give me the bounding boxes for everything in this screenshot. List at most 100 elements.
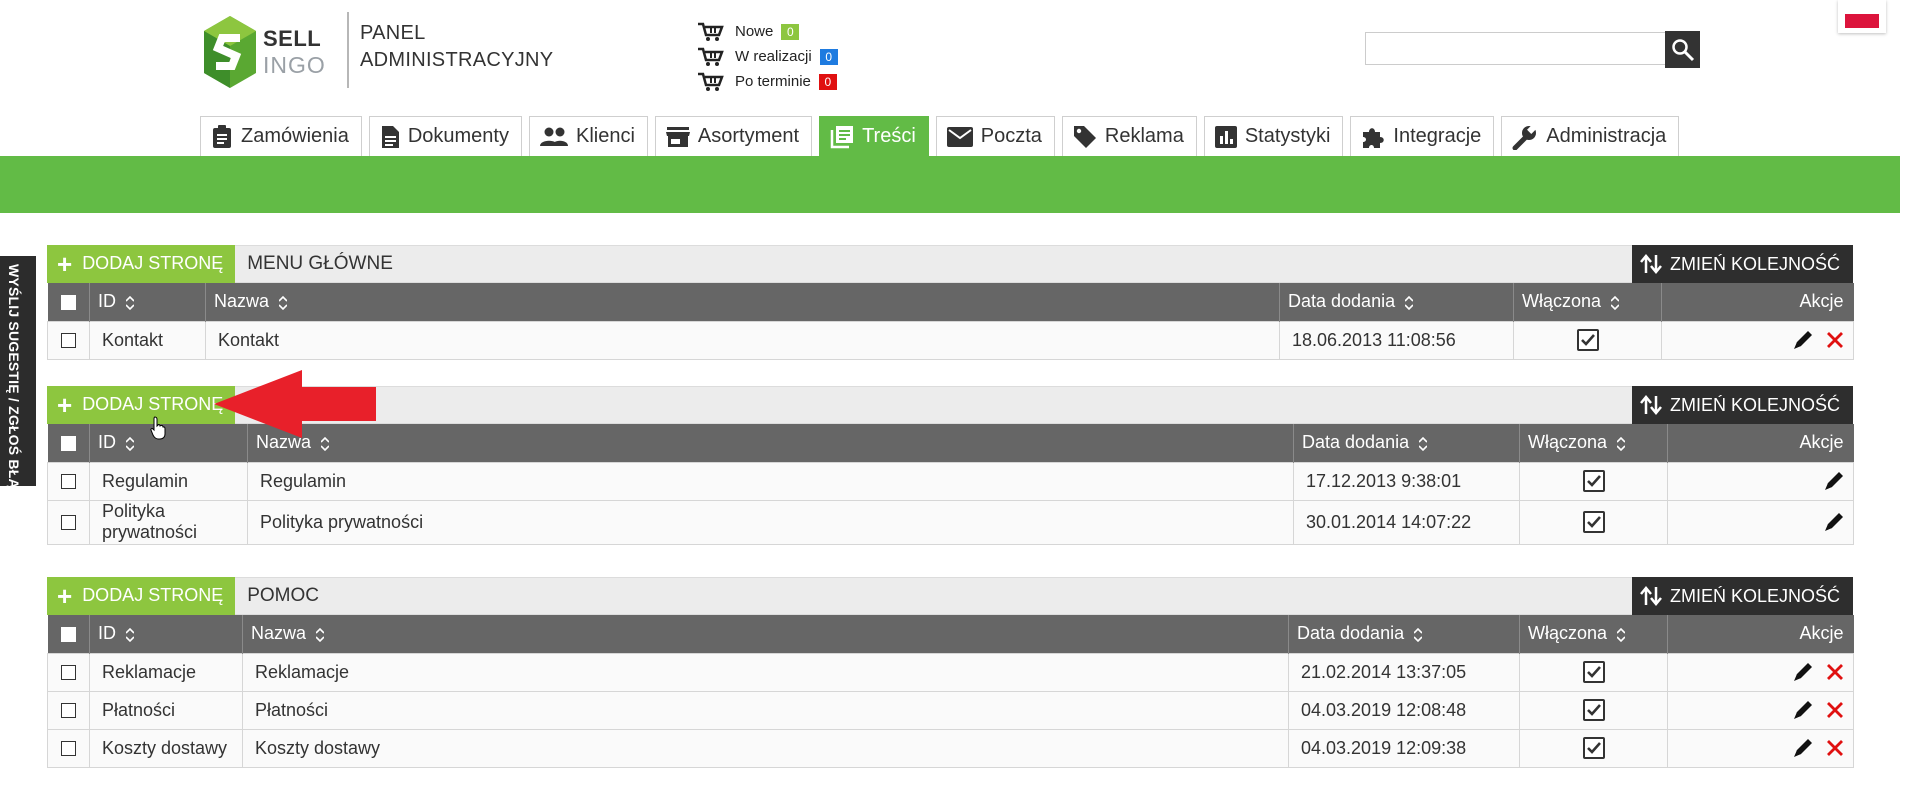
language-flag-pl[interactable] [1838, 0, 1886, 33]
select-all-checkbox[interactable] [60, 436, 76, 451]
checkmark-icon [1586, 516, 1601, 529]
panel-title: PANEL ADMINISTRACYJNY [360, 20, 553, 74]
row-name: Koszty dostawy [242, 728, 1289, 768]
col-id[interactable]: ID [89, 615, 243, 653]
status-overdue[interactable]: Po terminie 0 [697, 69, 838, 94]
change-order-button[interactable]: ZMIEŃ KOLEJNOŚĆ [1631, 386, 1853, 424]
row-enabled[interactable] [1519, 461, 1668, 501]
row-checkbox[interactable] [61, 474, 76, 490]
table-row: Polityka prywatności Polityka prywatnośc… [47, 499, 1854, 545]
tab-tresci[interactable]: Treści [819, 116, 929, 156]
row-select-cell[interactable] [47, 652, 90, 692]
tab-dokumenty[interactable]: Dokumenty [368, 116, 522, 156]
edit-pencil-icon[interactable] [1823, 511, 1845, 533]
select-all-cell[interactable] [47, 615, 90, 653]
tab-integracje[interactable]: Integracje [1350, 116, 1495, 156]
row-checkbox[interactable] [61, 703, 76, 719]
delete-x-icon[interactable] [1825, 662, 1845, 682]
tab-administracja[interactable]: Administracja [1501, 116, 1680, 156]
row-checkbox[interactable] [61, 665, 76, 681]
tab-poczta[interactable]: Poczta [935, 116, 1055, 156]
col-name[interactable]: Nazwa [205, 283, 1280, 321]
enabled-checkbox[interactable] [1582, 737, 1605, 760]
status-label: W realizacji [735, 48, 812, 65]
enabled-checkbox[interactable] [1582, 511, 1605, 534]
orders-status: Nowe 0 W realizacji 0 Po terminie 0 [697, 19, 838, 94]
enabled-checkbox[interactable] [1576, 329, 1599, 352]
clipboard-icon [213, 124, 231, 148]
add-page-button[interactable]: + DODAJ STRONĘ [47, 576, 236, 615]
edit-pencil-icon[interactable] [1792, 329, 1814, 351]
edit-pencil-icon[interactable] [1792, 699, 1814, 721]
row-select-cell[interactable] [47, 320, 90, 360]
row-date: 30.01.2014 14:07:22 [1293, 499, 1520, 545]
row-checkbox[interactable] [61, 741, 76, 757]
sort-icon [1405, 295, 1414, 310]
sort-icon [1419, 436, 1428, 451]
add-page-button[interactable]: + DODAJ STRONĘ [47, 244, 236, 283]
row-checkbox[interactable] [61, 333, 76, 349]
select-all-cell[interactable] [47, 283, 90, 321]
tab-reklama[interactable]: Reklama [1061, 116, 1197, 156]
section-title: POMOC [247, 585, 319, 606]
col-enabled-label: Włączona [1528, 432, 1608, 453]
search-input[interactable] [1365, 32, 1665, 65]
select-all-cell[interactable] [47, 424, 90, 462]
row-enabled[interactable] [1519, 499, 1668, 545]
row-select-cell[interactable] [47, 499, 90, 545]
col-name[interactable]: Nazwa [242, 615, 1289, 653]
delete-x-icon[interactable] [1825, 700, 1845, 720]
row-id: Kontakt [89, 320, 206, 360]
search-button[interactable] [1665, 31, 1700, 68]
row-select-cell[interactable] [47, 690, 90, 730]
table-row: Koszty dostawy Koszty dostawy 04.03.2019… [47, 728, 1854, 768]
edit-pencil-icon[interactable] [1792, 737, 1814, 759]
row-enabled[interactable] [1519, 728, 1668, 768]
delete-x-icon[interactable] [1825, 330, 1845, 350]
table-row: Regulamin Regulamin 17.12.2013 9:38:01 [47, 461, 1854, 501]
change-order-button[interactable]: ZMIEŃ KOLEJNOŚĆ [1631, 245, 1853, 283]
row-id: Koszty dostawy [89, 728, 243, 768]
row-select-cell[interactable] [47, 461, 90, 501]
panel-title-line2: ADMINISTRACYJNY [360, 49, 554, 71]
change-order-button[interactable]: ZMIEŃ KOLEJNOŚĆ [1631, 577, 1853, 615]
enabled-checkbox[interactable] [1582, 661, 1605, 684]
row-enabled[interactable] [1513, 320, 1662, 360]
tab-label: Klienci [575, 125, 635, 147]
col-enabled[interactable]: Włączona [1519, 615, 1668, 653]
enabled-checkbox[interactable] [1582, 470, 1605, 493]
feedback-side-tab[interactable]: WYŚLIJ SUGESTIĘ / ZGŁOŚ BŁĄD [0, 256, 36, 499]
tab-statystyki[interactable]: Statystyki [1203, 116, 1344, 156]
status-in-progress[interactable]: W realizacji 0 [697, 44, 838, 69]
add-page-button[interactable]: + DODAJ STRONĘ [47, 385, 236, 424]
row-enabled[interactable] [1519, 652, 1668, 692]
select-all-checkbox[interactable] [60, 295, 76, 310]
select-all-checkbox[interactable] [60, 627, 76, 642]
col-name[interactable]: Nazwa [247, 424, 1294, 462]
edit-pencil-icon[interactable] [1792, 661, 1814, 683]
col-name-label: Nazwa [214, 291, 270, 312]
tab-asortyment[interactable]: Asortyment [654, 116, 813, 156]
tab-zamowienia[interactable]: Zamówienia [200, 116, 362, 156]
delete-x-icon[interactable] [1825, 738, 1845, 758]
status-count-badge: 0 [781, 23, 800, 40]
row-checkbox[interactable] [61, 515, 76, 531]
logo-text-sell: SELL [263, 26, 322, 51]
col-date[interactable]: Data dodania [1288, 615, 1520, 653]
status-new[interactable]: Nowe 0 [697, 19, 838, 44]
content-icon [830, 125, 854, 148]
col-date[interactable]: Data dodania [1279, 283, 1514, 321]
row-select-cell[interactable] [47, 728, 90, 768]
enabled-checkbox[interactable] [1582, 699, 1605, 722]
col-id[interactable]: ID [89, 283, 206, 321]
edit-pencil-icon[interactable] [1823, 470, 1845, 492]
col-date[interactable]: Data dodania [1293, 424, 1520, 462]
row-enabled[interactable] [1519, 690, 1668, 730]
col-enabled[interactable]: Włączona [1513, 283, 1662, 321]
tab-klienci[interactable]: Klienci [528, 116, 648, 156]
col-enabled[interactable]: Włączona [1519, 424, 1668, 462]
checkmark-icon [1586, 475, 1601, 488]
table-row: Kontakt Kontakt 18.06.2013 11:08:56 [47, 320, 1854, 360]
sort-icon [321, 436, 330, 451]
mail-icon [946, 126, 973, 147]
